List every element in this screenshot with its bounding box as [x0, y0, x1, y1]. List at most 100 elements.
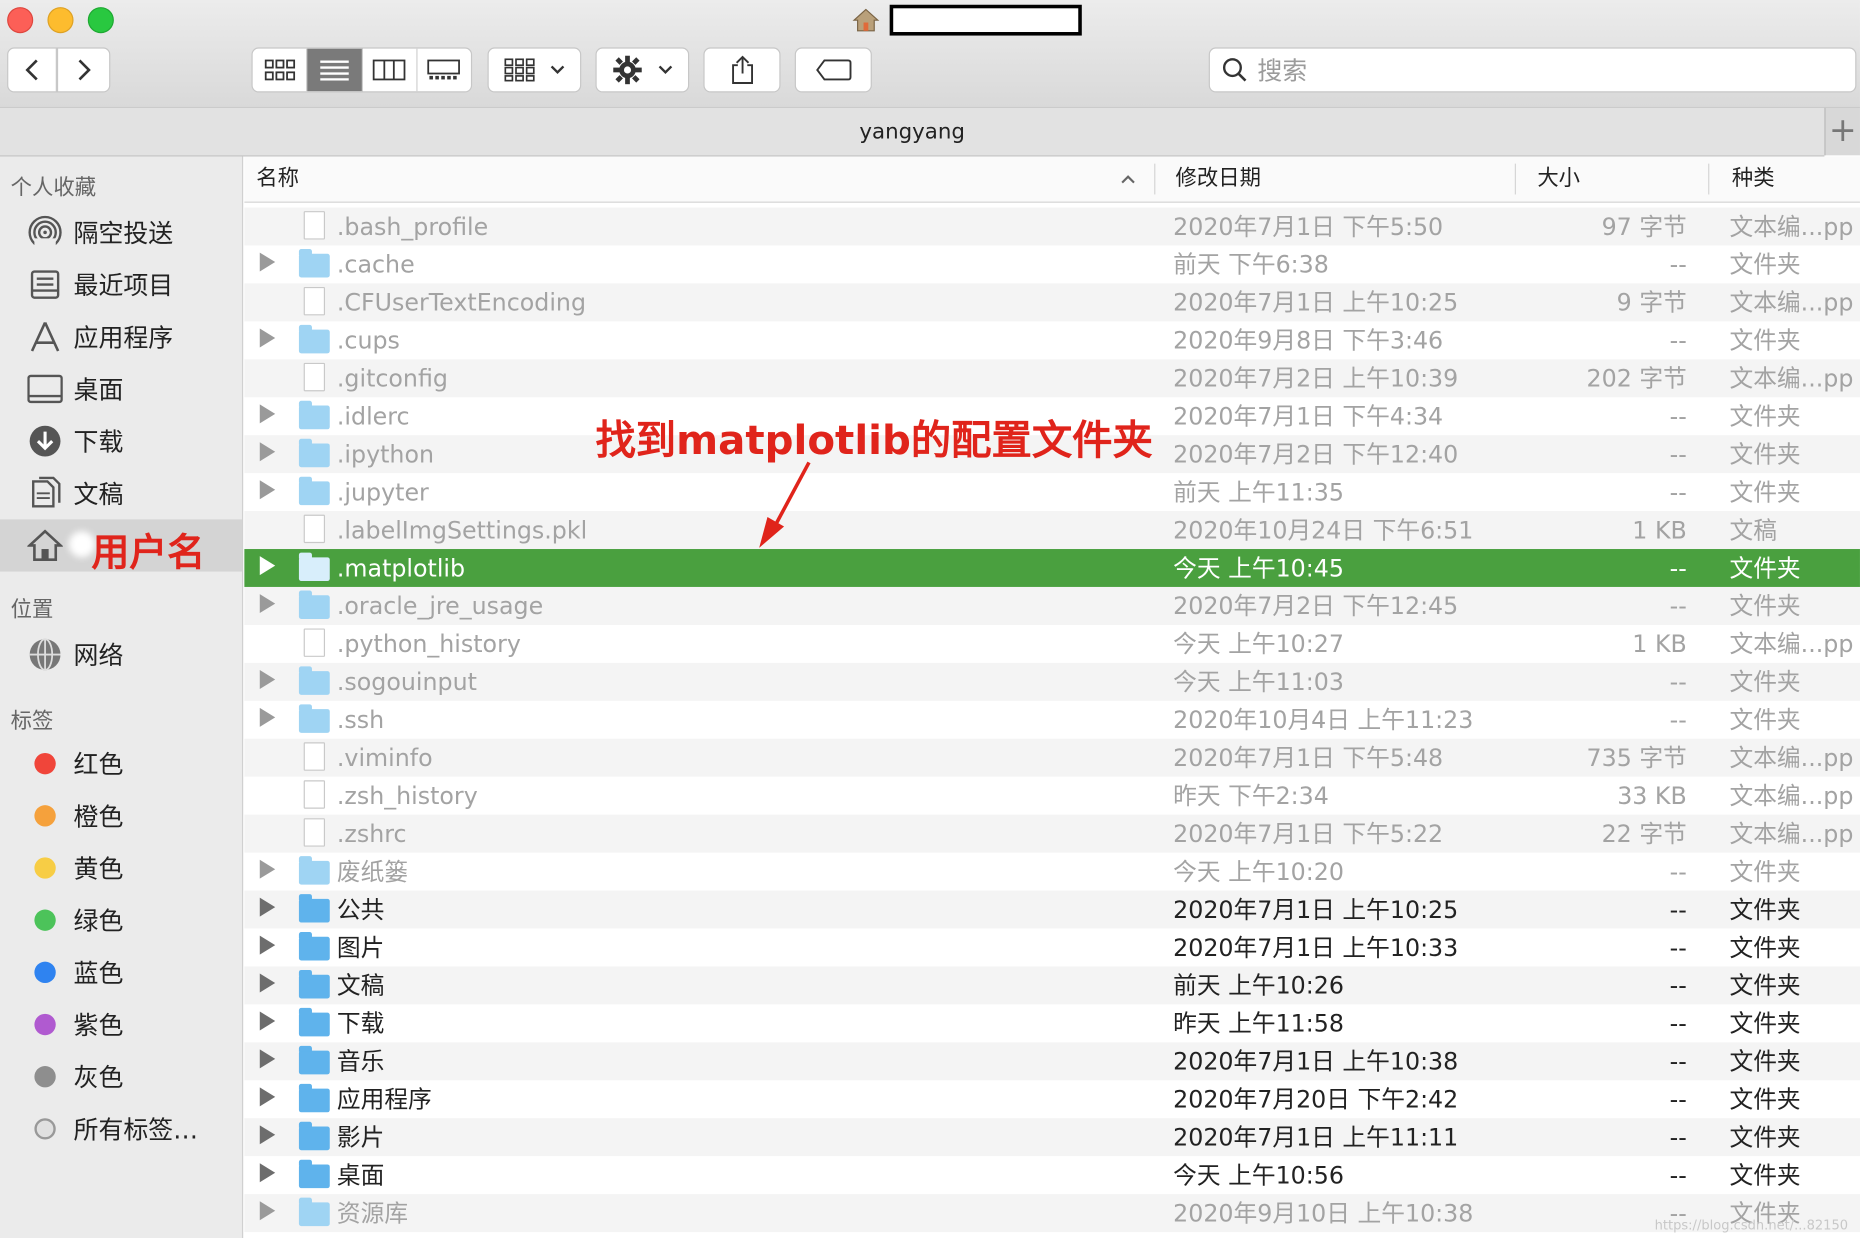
table-row[interactable]: 音乐 2020年7月1日 上午10:38 -- 文件夹: [244, 1042, 1860, 1081]
sidebar-item-applications[interactable]: 应用程序: [0, 311, 242, 363]
column-header-size[interactable]: 大小: [1537, 157, 1580, 202]
file-size: --: [1669, 1122, 1687, 1152]
table-row[interactable]: 文稿 前天 上午10:26 -- 文件夹: [244, 966, 1860, 1005]
column-separator[interactable]: [1514, 163, 1516, 195]
sidebar-item-documents[interactable]: 文稿: [0, 467, 242, 519]
file-kind: 文件夹: [1729, 591, 1801, 621]
sidebar-tag-item[interactable]: 红色: [0, 738, 242, 790]
folder-shape: [298, 1197, 330, 1227]
table-row[interactable]: 废纸篓 今天 上午10:20 -- 文件夹: [244, 853, 1860, 891]
tag-button[interactable]: [794, 47, 872, 93]
file-size: --: [1669, 667, 1687, 697]
action-menu-button[interactable]: [595, 47, 690, 93]
table-row[interactable]: 图片 2020年7月1日 上午10:33 -- 文件夹: [244, 928, 1860, 966]
sidebar-item-desktop[interactable]: 桌面: [0, 363, 242, 415]
sidebar-item-downloads[interactable]: 下载: [0, 415, 242, 467]
file-name: .gitconfig: [336, 364, 448, 393]
table-row[interactable]: .jupyter 前天 上午11:35 -- 文件夹: [244, 473, 1860, 511]
table-row[interactable]: .ssh 2020年10月4日 上午11:23 -- 文件夹: [244, 701, 1860, 739]
gallery-view-button[interactable]: [417, 49, 471, 92]
sidebar-tag-item[interactable]: 所有标签…: [0, 1103, 242, 1155]
minimize-window-button[interactable]: [47, 7, 74, 34]
sidebar-tag-item[interactable]: 蓝色: [0, 946, 242, 998]
column-header-name[interactable]: 名称: [256, 157, 299, 202]
sidebar-tag-item[interactable]: 橙色: [0, 790, 242, 842]
table-row[interactable]: .CFUserTextEncoding 2020年7月1日 上午10:25 9 字节…: [244, 283, 1860, 322]
table-row[interactable]: .oracle_jre_usage 2020年7月2日 下午12:45 -- 文件夹: [244, 586, 1860, 625]
document-shape: [303, 211, 326, 240]
table-row[interactable]: .cups 2020年9月8日 下午3:46 -- 文件夹: [244, 321, 1860, 359]
file-name: .oracle_jre_usage: [336, 591, 544, 621]
new-tab-button[interactable]: +: [1824, 107, 1860, 156]
group-by-button[interactable]: [487, 47, 582, 93]
disclosure-triangle-icon[interactable]: [259, 897, 276, 917]
disclosure-triangle-icon[interactable]: [259, 1087, 276, 1107]
sidebar-tag-item[interactable]: 黄色: [0, 842, 242, 894]
disclosure-triangle-icon[interactable]: [259, 707, 276, 727]
table-row[interactable]: .bash_profile 2020年7月1日 下午5:50 97 字节 文本编...…: [244, 207, 1860, 246]
file-size: 22 字节: [1601, 819, 1687, 848]
disclosure-triangle-icon[interactable]: [259, 859, 276, 879]
table-row[interactable]: 影片 2020年7月1日 上午11:11 -- 文件夹: [244, 1118, 1860, 1157]
table-row[interactable]: .zshrc 2020年7月1日 下午5:22 22 字节 文本编...pp: [244, 814, 1860, 853]
disclosure-triangle-icon[interactable]: [259, 1049, 276, 1069]
table-row[interactable]: .cache 前天 下午6:38 -- 文件夹: [244, 245, 1860, 283]
back-button[interactable]: [7, 47, 57, 93]
list-lines-icon: [320, 60, 349, 81]
file-size: 202 字节: [1586, 364, 1687, 393]
disclosure-triangle-icon[interactable]: [259, 252, 276, 272]
sidebar-tag-item[interactable]: 紫色: [0, 998, 242, 1050]
file-name: .python_history: [336, 629, 521, 659]
column-header-kind[interactable]: 种类: [1732, 157, 1775, 202]
table-row[interactable]: 下载 昨天 上午11:58 -- 文件夹: [244, 1004, 1860, 1042]
share-button[interactable]: [703, 47, 781, 93]
disclosure-triangle-icon[interactable]: [259, 404, 276, 424]
table-row[interactable]: .gitconfig 2020年7月2日 上午10:39 202 字节 文本编...p…: [244, 359, 1860, 398]
tag-dot-icon: [26, 953, 64, 991]
disclosure-triangle-icon[interactable]: [259, 328, 276, 348]
table-row[interactable]: 桌面 今天 上午10:56 -- 文件夹: [244, 1156, 1860, 1194]
disclosure-triangle-icon[interactable]: [259, 480, 276, 500]
disclosure-triangle-icon[interactable]: [259, 935, 276, 955]
close-window-button[interactable]: [7, 7, 34, 34]
file-kind: 文件夹: [1729, 1085, 1801, 1114]
table-row[interactable]: 资源库 2020年9月10日 上午10:38 -- 文件夹: [244, 1194, 1860, 1233]
table-row-selected[interactable]: .matplotlib 今天 上午10:45 -- 文件夹: [244, 549, 1860, 587]
sidebar-tag-item[interactable]: 灰色: [0, 1051, 242, 1103]
column-separator[interactable]: [1708, 163, 1710, 195]
list-view-button[interactable]: [307, 48, 363, 92]
disclosure-triangle-icon[interactable]: [259, 669, 276, 689]
search-field[interactable]: 搜索: [1208, 47, 1857, 93]
tag-color-dot: [34, 805, 56, 827]
disclosure-triangle-icon[interactable]: [259, 1011, 276, 1031]
disclosure-triangle-icon[interactable]: [259, 1163, 276, 1183]
table-row[interactable]: .sogouinput 今天 上午11:03 -- 文件夹: [244, 662, 1860, 701]
disclosure-triangle-icon[interactable]: [259, 1125, 276, 1145]
icon-view-button[interactable]: [253, 48, 308, 92]
disclosure-triangle-icon[interactable]: [259, 973, 276, 993]
sidebar-tag-item[interactable]: 绿色: [0, 894, 242, 946]
zoom-window-button[interactable]: [87, 7, 114, 34]
username-annotation: 用户名: [91, 530, 206, 576]
disclosure-triangle-icon[interactable]: [259, 594, 276, 614]
table-row[interactable]: .viminfo 2020年7月1日 下午5:48 735 字节 文本编...pp: [244, 738, 1860, 777]
column-view-button[interactable]: [362, 48, 418, 92]
disclosure-triangle-icon[interactable]: [259, 556, 276, 576]
table-row[interactable]: .labelImgSettings.pkl 2020年10月24日 下午6:51 1…: [244, 511, 1860, 550]
sidebar-item-airdrop[interactable]: 隔空投送: [0, 206, 242, 258]
sidebar-item-network[interactable]: 网络: [0, 628, 242, 680]
file-name: .jupyter: [336, 477, 429, 507]
sort-ascending-icon: [1121, 175, 1135, 184]
disclosure-triangle-icon[interactable]: [259, 442, 276, 462]
disclosure-triangle-icon[interactable]: [259, 1201, 276, 1221]
table-row[interactable]: 公共 2020年7月1日 上午10:25 -- 文件夹: [244, 890, 1860, 929]
table-row[interactable]: .zsh_history 昨天 下午2:34 33 KB 文本编...pp: [244, 777, 1860, 815]
folder-icon: [298, 969, 330, 1001]
table-row[interactable]: .python_history 今天 上午10:27 1 KB 文本编...pp: [244, 625, 1860, 663]
sidebar-item-recents[interactable]: 最近项目: [0, 259, 242, 311]
table-row[interactable]: 应用程序 2020年7月20日 下午2:42 -- 文件夹: [244, 1080, 1860, 1118]
forward-button[interactable]: [56, 47, 111, 93]
file-kind: 文件夹: [1729, 1009, 1801, 1038]
column-separator[interactable]: [1154, 163, 1156, 195]
column-header-date[interactable]: 修改日期: [1176, 157, 1261, 202]
